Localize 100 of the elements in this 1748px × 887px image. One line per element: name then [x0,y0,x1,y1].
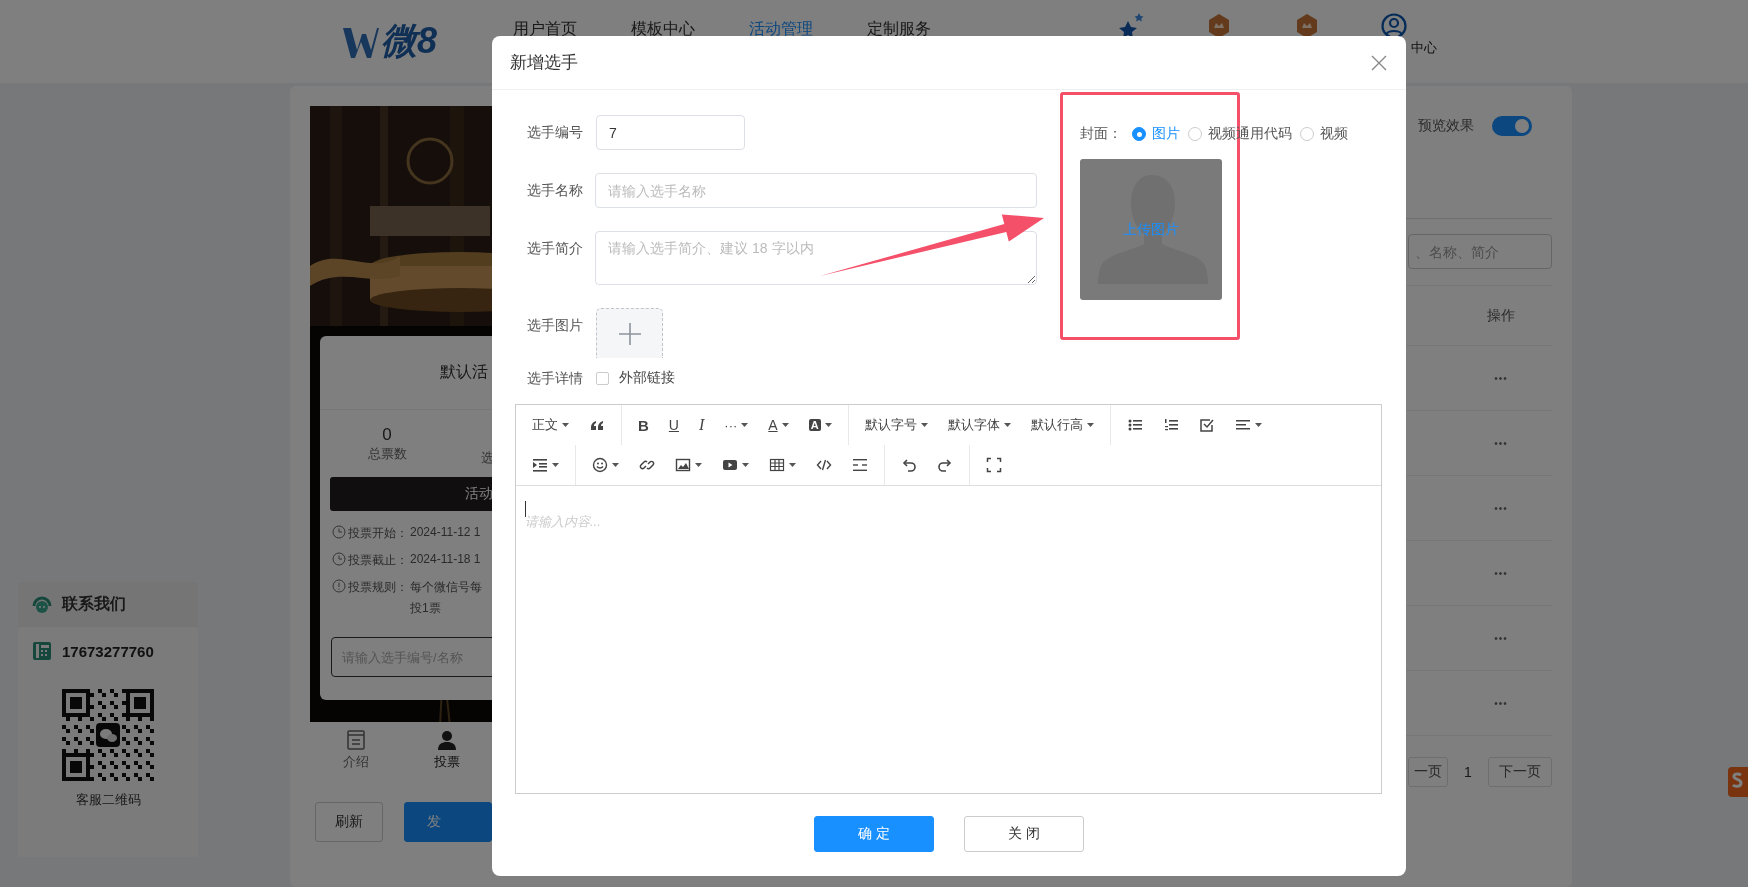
nav-link[interactable]: 模板中心 [631,17,749,42]
radio-button[interactable]: 视频 [1300,125,1348,143]
toolbar-button[interactable]: 默认字体 [937,410,1021,440]
caret-icon [612,463,619,467]
cover-label: 封面： [1080,125,1122,143]
more-button[interactable]: ••• [1494,372,1508,384]
image-icon [675,457,691,473]
input-field[interactable]: 7 [596,115,745,150]
toolbar-button[interactable]: U [658,410,689,440]
user-icon[interactable] [1381,12,1408,39]
caret-icon [1254,423,1262,427]
bottom-tab[interactable]: 介绍 [310,722,401,778]
info-label: 投票开始： [348,525,408,542]
code-icon [816,457,832,473]
close-icon[interactable] [1371,54,1387,71]
caret-icon [742,463,749,467]
redo-icon [937,457,953,473]
field-label: 选手图片 [527,316,584,335]
toolbar-button[interactable]: ··· [714,410,759,440]
table-icon [769,457,785,473]
indent-icon [532,457,548,473]
contact-title: 联系我们 [62,594,126,614]
stat-label: 总票数 [367,444,407,463]
divider-icon [852,457,868,473]
info-value: 2024-11-12 1 [410,525,481,539]
telephone-icon [32,641,52,661]
toolbar-button[interactable]: A [798,410,842,440]
user-center-label[interactable]: 中心 [1411,38,1438,57]
undo-icon [901,457,917,473]
input-method-icon[interactable] [1728,765,1748,799]
person-icon [436,729,457,750]
video-icon [722,457,738,473]
caret-icon [741,423,749,427]
more-button[interactable]: ••• [1494,567,1508,579]
info-value: 投1票 [410,600,442,617]
activity-title: 默认活 [440,362,488,382]
text-cursor [525,501,526,517]
alert-icon [332,579,346,593]
publish-button[interactable]: 发 [403,802,492,842]
checkbox[interactable] [596,371,609,385]
caret-icon [562,423,569,427]
align-left-icon [1234,417,1251,433]
toolbar-button[interactable]: B [628,410,659,440]
stat-value: 0 [382,424,392,445]
logo-text: 微8 [381,19,438,63]
clock-icon [332,552,346,566]
radio-button[interactable]: 图片 [1132,125,1180,143]
checkbox-label: 外部链接 [619,369,675,387]
caret-icon [789,463,796,467]
caret-icon [552,463,559,467]
more-button[interactable]: ••• [1494,502,1508,514]
column-header: 操作 [1486,305,1516,325]
bottom-tab[interactable]: 投票 [401,722,492,778]
qr-caption: 客服二维码 [75,791,141,809]
next-page-button[interactable]: 下一页 [1488,757,1552,787]
nav-link[interactable]: 用户首页 [513,17,631,42]
bulleted-list-icon [1126,417,1143,433]
nav-link[interactable]: 定制服务 [867,17,985,42]
caret-icon [695,463,702,467]
dialog-title: 新增选手 [510,52,578,74]
toolbar-button[interactable]: 正文 [522,410,579,440]
nav-link[interactable]: 活动管理 [749,17,867,42]
caret-icon [781,423,789,427]
close-button[interactable]: 关 闭 [964,816,1084,852]
preview-toggle[interactable] [1492,116,1532,136]
field-label: 选手详情 [527,369,584,388]
textarea-field[interactable]: 请输入选手简介、建议 18 字以内 [595,231,1037,285]
headset-icon [32,594,52,615]
caret-icon [1086,423,1094,427]
medal-icon[interactable] [1294,12,1319,39]
checkbox-list-icon [1198,417,1215,433]
toolbar-button[interactable]: 默认字号 [854,410,938,440]
fullscreen-icon [986,457,1002,473]
refresh-button[interactable]: 刷新 [315,802,383,842]
prev-page-button[interactable]: 一页 [1408,757,1448,787]
numbered-list-icon [1162,417,1179,433]
toolbar-button[interactable]: 默认行高 [1020,410,1104,440]
more-button[interactable]: ••• [1494,697,1508,709]
more-button[interactable]: ••• [1494,437,1508,449]
plus-icon [618,322,641,345]
field-label: 选手简介 [527,239,584,258]
confirm-button[interactable]: 确 定 [814,816,934,852]
caret-icon [1003,423,1011,427]
caret-icon [920,423,928,427]
medal-icon[interactable] [1207,12,1232,39]
caret-icon [824,423,832,427]
field-label: 选手编号 [527,123,584,142]
info-label: 投票截止： [348,552,408,569]
toggle-label: 预览效果 [1418,117,1474,135]
toolbar-button[interactable]: A [758,410,799,440]
page-number[interactable]: 1 [1448,764,1488,780]
more-button[interactable]: ••• [1494,632,1508,644]
emoji-icon [592,457,608,473]
phone-number: 17673277760 [62,642,154,660]
toolbar-button[interactable]: I [688,410,715,440]
input-field[interactable]: 请输入选手名称 [595,173,1037,208]
document-icon [346,729,365,750]
clock-icon [332,525,346,539]
info-value: 每个微信号每 [410,579,482,596]
field-label: 选手名称 [527,181,584,200]
